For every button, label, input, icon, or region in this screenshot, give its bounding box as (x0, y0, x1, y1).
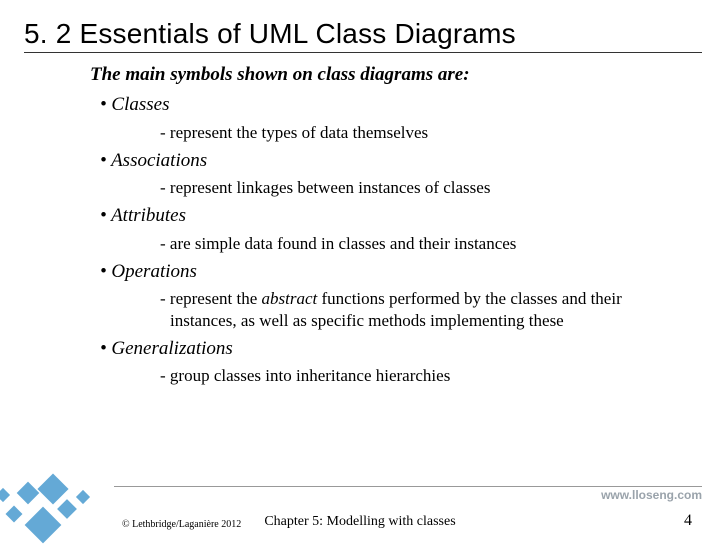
bullet-operations: Operations (100, 260, 690, 284)
bullet-classes: Classes (100, 93, 690, 117)
footer-divider (114, 486, 702, 487)
desc-associations: represent linkages between instances of … (160, 177, 690, 198)
slide-content: The main symbols shown on class diagrams… (0, 53, 720, 386)
copyright-text: © Lethbridge/Laganière 2012 (122, 519, 241, 530)
bullet-associations: Associations (100, 149, 690, 173)
bullet-attributes: Attributes (100, 204, 690, 228)
page-number: 4 (684, 512, 692, 530)
chapter-label: Chapter 5: Modelling with classes (264, 514, 455, 530)
desc-generalizations: group classes into inheritance hierarchi… (160, 365, 690, 386)
slide-title: 5. 2 Essentials of UML Class Diagrams (0, 0, 720, 52)
desc-classes: represent the types of data themselves (160, 122, 690, 143)
desc-attributes: are simple data found in classes and the… (160, 233, 690, 254)
intro-text: The main symbols shown on class diagrams… (90, 63, 690, 87)
corner-decoration-icon (0, 430, 150, 550)
bullet-generalizations: Generalizations (100, 337, 690, 361)
site-url: www.lloseng.com (601, 488, 702, 502)
desc-operations: represent the abstract functions perform… (160, 288, 690, 331)
